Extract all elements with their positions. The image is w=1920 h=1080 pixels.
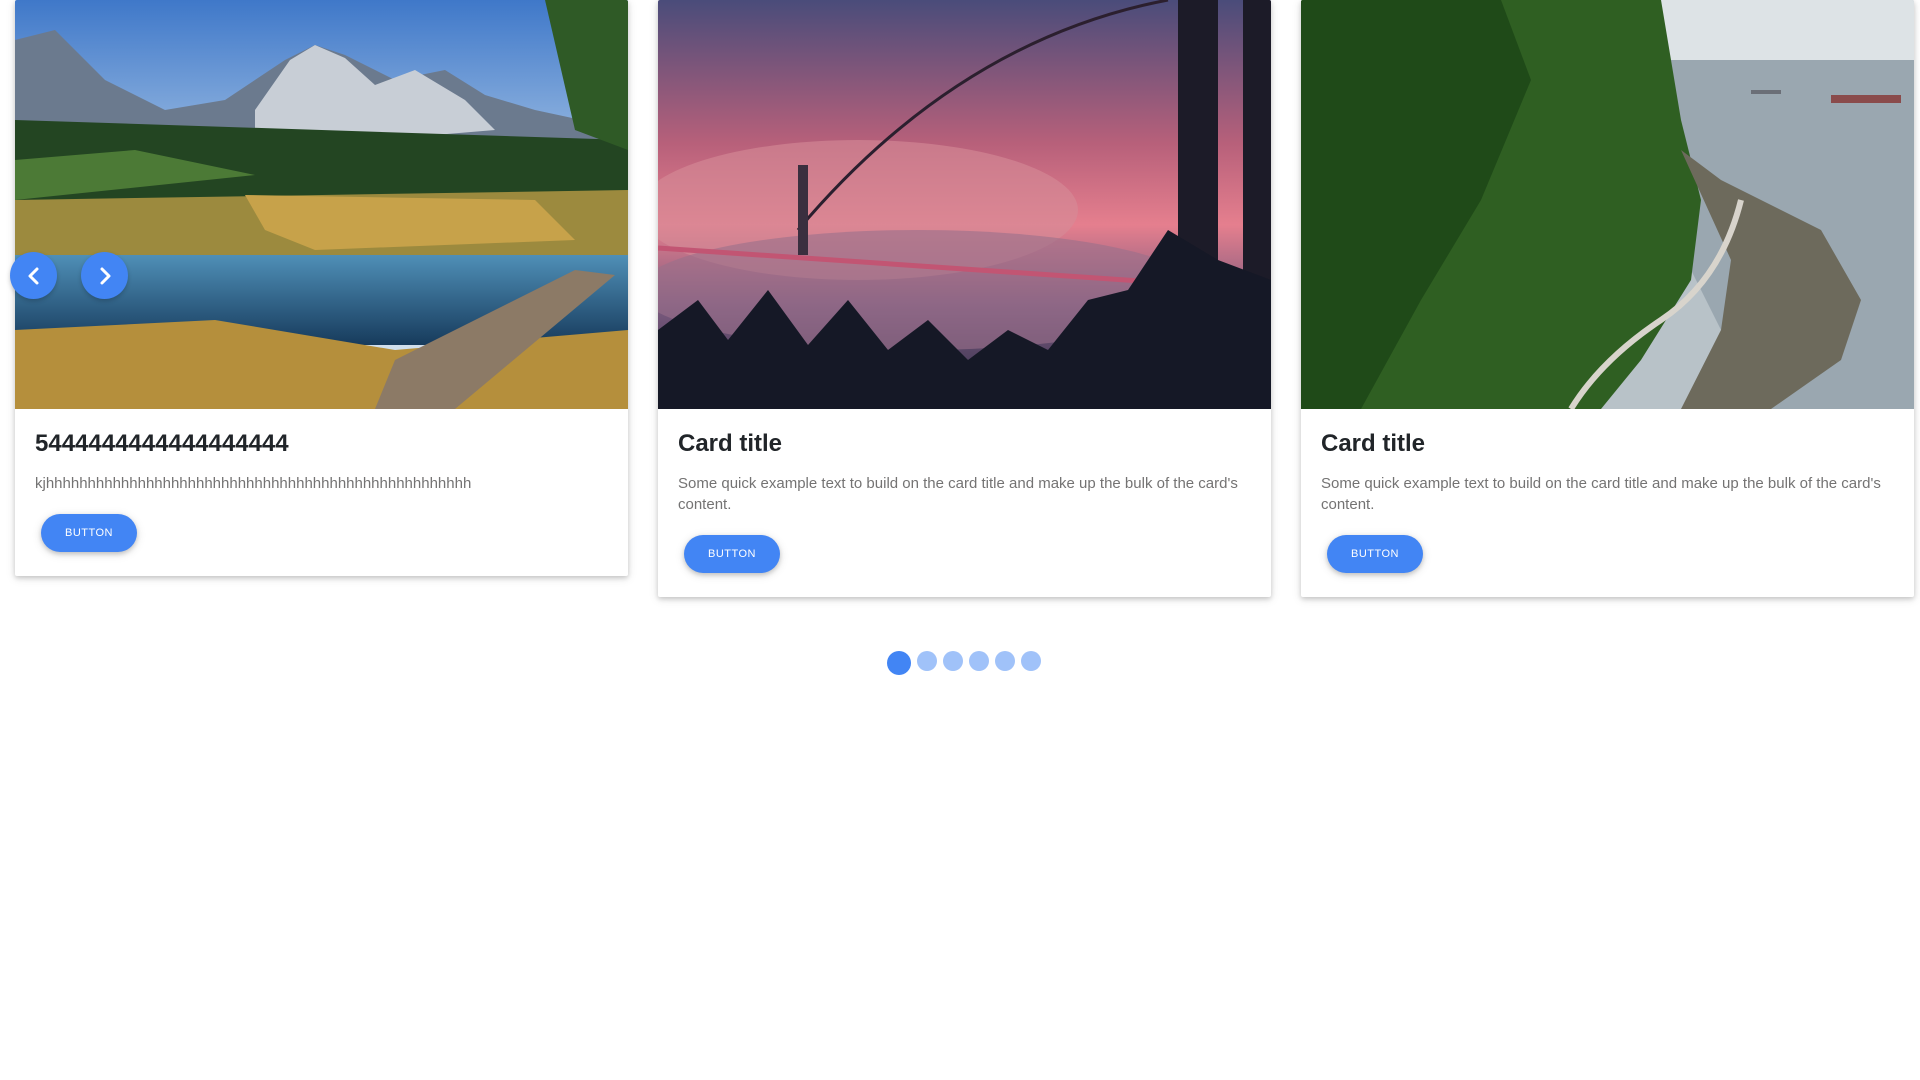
card-body: 5444444444444444444 kjhhhhhhhhhhhhhhhhhh… <box>15 409 628 572</box>
chevron-right-icon <box>100 267 110 284</box>
carousel-indicator-6[interactable] <box>1021 651 1041 671</box>
card-text: Some quick example text to build on the … <box>678 475 1238 513</box>
card-text: Some quick example text to build on the … <box>1321 475 1881 513</box>
card-button[interactable]: BUTTON <box>684 535 780 573</box>
carousel-indicator-5[interactable] <box>995 651 1015 671</box>
card-button[interactable]: BUTTON <box>1327 535 1423 573</box>
card-image-mountain-lake <box>15 0 628 409</box>
card-image-bridge <box>658 0 1271 409</box>
carousel-indicator-1[interactable] <box>887 651 911 675</box>
card-title: Card title <box>1321 430 1426 457</box>
carousel-indicator-2[interactable] <box>917 651 937 671</box>
card-button[interactable]: BUTTON <box>41 514 137 552</box>
carousel-indicator-3[interactable] <box>943 651 963 671</box>
card-body: Card title Some quick example text to bu… <box>658 409 1271 593</box>
card-image-coastline <box>1301 0 1914 409</box>
chevron-left-icon <box>28 267 38 284</box>
card-title: 5444444444444444444 <box>35 430 289 457</box>
card-3: Card title Some quick example text to bu… <box>1301 0 1914 597</box>
carousel-indicator-4[interactable] <box>969 651 989 671</box>
carousel-slide: 5444444444444444444 kjhhhhhhhhhhhhhhhhhh… <box>15 0 1915 600</box>
card-carousel: 5444444444444444444 kjhhhhhhhhhhhhhhhhhh… <box>0 0 1920 720</box>
carousel-next-button[interactable] <box>81 252 128 299</box>
card-2: Card title Some quick example text to bu… <box>658 0 1271 597</box>
card-text: kjhhhhhhhhhhhhhhhhhhhhhhhhhhhhhhhhhhhhhh… <box>35 475 472 492</box>
card-title: Card title <box>678 430 783 457</box>
card-body: Card title Some quick example text to bu… <box>1301 409 1914 593</box>
carousel-prev-button[interactable] <box>10 252 57 299</box>
carousel-indicators <box>887 648 1047 675</box>
